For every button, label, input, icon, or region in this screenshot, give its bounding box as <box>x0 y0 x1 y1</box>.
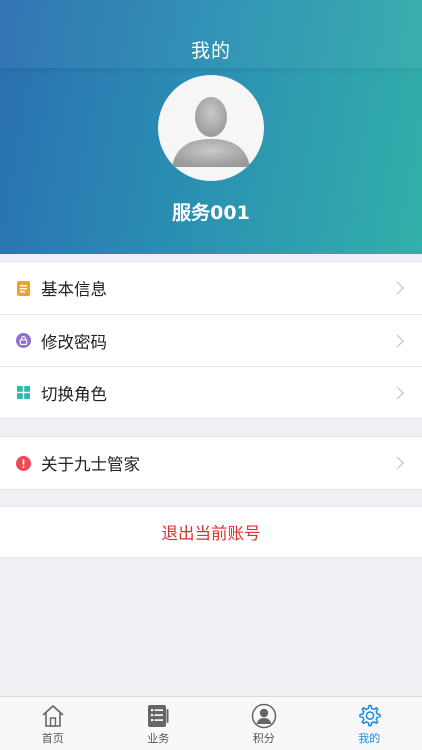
document-icon <box>16 280 31 296</box>
tab-points[interactable]: 积分 <box>211 697 317 750</box>
lock-icon <box>16 333 31 348</box>
menu-item-label: 基本信息 <box>41 280 107 299</box>
user-name: 服务001 <box>172 202 250 224</box>
menu-item-about[interactable]: 关于九士管家 <box>0 437 422 489</box>
chevron-right-icon <box>391 456 404 470</box>
menu-group-about: 关于九士管家 <box>0 436 422 490</box>
menu-group-account: 基本信息 修改密码 切换角色 <box>0 261 422 419</box>
gear-icon <box>359 704 381 727</box>
tab-mine[interactable]: 我的 <box>317 697 422 750</box>
bottom-tab-bar: 首页 业务 积分 我的 <box>0 696 422 750</box>
page-title: 我的 <box>190 40 231 62</box>
home-icon <box>42 705 64 727</box>
chevron-right-icon <box>391 386 404 399</box>
menu-item-change-password[interactable]: 修改密码 <box>0 314 422 366</box>
menu-item-label: 修改密码 <box>41 332 107 352</box>
tab-label: 首页 <box>41 732 64 745</box>
tab-home[interactable]: 首页 <box>0 697 106 750</box>
list-icon <box>148 705 169 727</box>
user-icon <box>251 703 276 729</box>
menu-item-switch-role[interactable]: 切换角色 <box>0 366 422 418</box>
avatar[interactable] <box>158 75 264 181</box>
profile-header: 我的 服务001 <box>0 0 422 254</box>
menu-item-basic-info[interactable]: 基本信息 <box>0 262 422 314</box>
alert-icon <box>16 455 31 471</box>
logout-group: 退出当前账号 <box>0 506 422 558</box>
chevron-right-icon <box>391 281 404 295</box>
grid-icon <box>16 385 31 400</box>
menu-item-label: 关于九士管家 <box>41 455 140 474</box>
logout-button[interactable]: 退出当前账号 <box>0 507 422 557</box>
avatar-placeholder-icon <box>172 97 250 167</box>
tab-label: 我的 <box>358 732 381 745</box>
menu-item-label: 切换角色 <box>41 384 107 404</box>
tab-label: 业务 <box>147 732 170 745</box>
tab-label: 积分 <box>252 732 275 745</box>
tab-business[interactable]: 业务 <box>106 697 212 750</box>
chevron-right-icon <box>391 334 404 347</box>
